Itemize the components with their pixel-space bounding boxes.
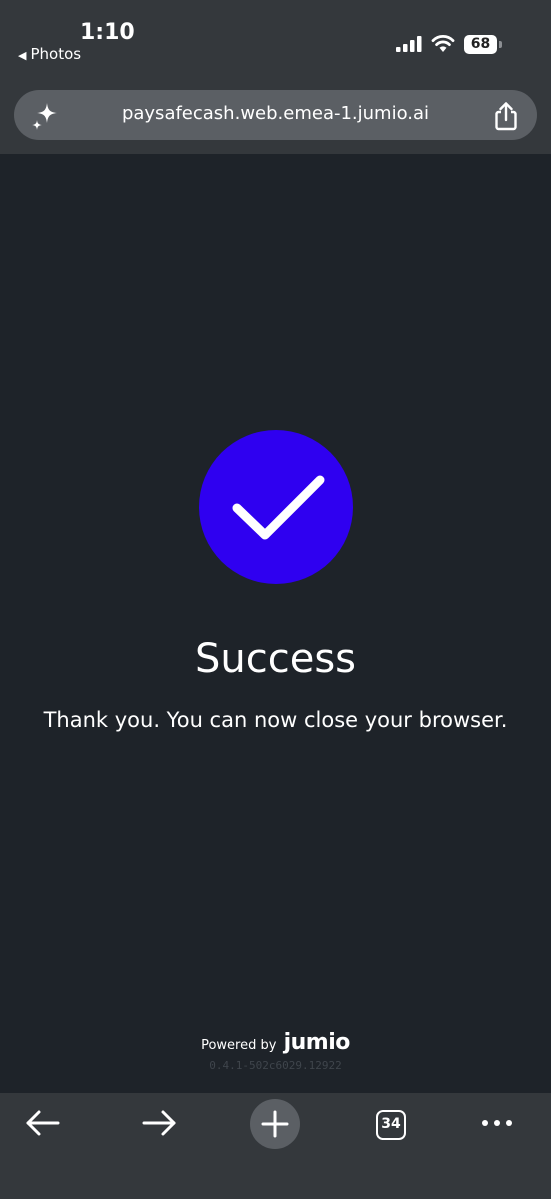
jumio-logo: jumio [283, 1030, 351, 1055]
version-text: 0.4.1-502c6029.12922 [209, 1059, 342, 1072]
new-tab-button[interactable] [250, 1099, 300, 1149]
back-button[interactable] [16, 1099, 70, 1153]
success-badge [199, 430, 353, 584]
arrow-right-icon [142, 1110, 176, 1136]
url-text[interactable]: paysafecash.web.emea-1.jumio.ai [74, 103, 477, 124]
status-bar: 1:10 ◀ Photos 68 [0, 0, 551, 80]
arrow-left-icon [26, 1110, 60, 1136]
sparkle-icon[interactable] [30, 101, 60, 131]
back-to-photos-link[interactable]: ◀ Photos [18, 45, 81, 63]
tabs-button[interactable]: 34 [365, 1099, 419, 1153]
battery-nub [499, 41, 502, 48]
browser-address-area: paysafecash.web.emea-1.jumio.ai [0, 80, 551, 154]
status-time: 1:10 [80, 20, 135, 45]
cellular-signal-icon [396, 36, 422, 52]
share-icon[interactable] [492, 101, 520, 131]
more-button[interactable] [470, 1099, 524, 1153]
browser-toolbar: 34 [0, 1093, 551, 1199]
tab-count: 34 [376, 1110, 406, 1140]
plus-icon [261, 1110, 289, 1138]
wifi-icon [431, 33, 455, 53]
checkmark-icon [232, 475, 325, 540]
powered-by: Powered by jumio [0, 1030, 551, 1055]
success-title: Success [194, 636, 356, 682]
battery-icon: 68 [464, 35, 502, 54]
back-triangle-icon: ◀ [18, 49, 27, 62]
success-message: Thank you. You can now close your browse… [43, 708, 508, 732]
powered-by-label: Powered by [201, 1038, 277, 1053]
address-bar[interactable]: paysafecash.web.emea-1.jumio.ai [14, 90, 537, 140]
battery-level: 68 [464, 35, 497, 54]
forward-button[interactable] [132, 1099, 186, 1153]
back-to-app-label: Photos [30, 45, 82, 63]
more-icon [482, 1120, 512, 1126]
